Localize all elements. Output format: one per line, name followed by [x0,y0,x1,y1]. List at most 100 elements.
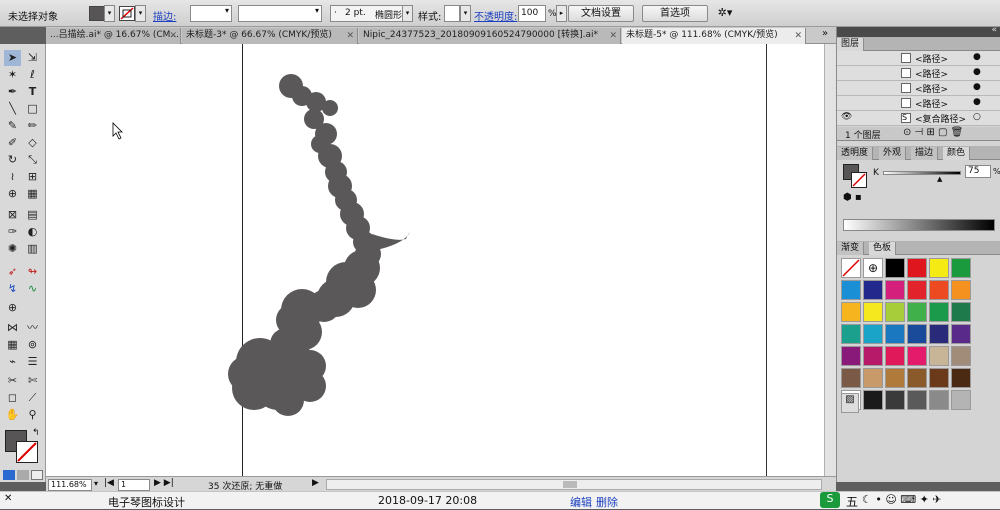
eraser-tool-icon[interactable]: ◇ [24,135,41,151]
tab-stroke[interactable]: 描边 [911,147,939,160]
scale-tool-icon[interactable]: ⤡ [24,152,41,168]
tab-gradient[interactable]: 渐变 [837,242,865,255]
type-tool-icon[interactable]: T [24,84,41,100]
blob-brush-tool-icon[interactable]: ✐ [4,135,21,151]
color-swatch[interactable] [929,280,949,300]
color-swatch[interactable] [929,302,949,322]
color-swatch[interactable] [907,346,927,366]
layer-row[interactable]: <路径> ● [837,66,1000,81]
wave-tool-icon[interactable]: 〰 [24,320,41,336]
color-swatch[interactable] [951,280,971,300]
color-swatch[interactable] [885,390,905,410]
zoom-dropdown-icon[interactable]: ▾ [94,479,98,488]
color-swatch[interactable] [863,368,883,388]
first-page-icon[interactable]: |◀ [104,478,114,488]
k-slider[interactable] [883,171,961,175]
color-swatch[interactable] [929,346,949,366]
fill-swatch[interactable] [89,6,105,21]
grid-tool-icon[interactable]: ▦ [4,337,21,353]
color-swatch[interactable] [885,258,905,278]
edit-link[interactable]: 编辑 [570,494,592,510]
document-setup-button[interactable]: 文档设置 [568,5,634,22]
registration-swatch[interactable]: ⊕ [863,258,883,278]
smooth-tool-icon[interactable]: ∿ [24,281,41,297]
slice-tool-icon[interactable]: ⋈ [4,320,21,336]
color-swatch[interactable] [885,346,905,366]
target-circle-icon[interactable]: ● [973,52,981,62]
line-tool-icon[interactable]: ╲ [4,101,21,117]
color-swatch[interactable] [951,346,971,366]
fill-dropdown[interactable]: ▾ [104,5,115,22]
gradient-tool-icon[interactable]: ▤ [24,207,41,223]
warp-tool-icon[interactable]: ≀ [4,169,21,185]
ime-logo-icon[interactable]: S [820,492,840,508]
delete-link[interactable]: 删除 [596,494,618,510]
color-swatch[interactable] [929,324,949,344]
color-swatch[interactable] [885,280,905,300]
vertical-scrollbar[interactable] [824,44,836,476]
artboard-tool-icon[interactable]: ◻ [4,390,21,406]
document-tab-3[interactable]: Nipic_24377523_20180909160524790000 [转换]… [359,28,621,44]
variable-width-field[interactable]: ▾ [238,5,322,22]
color-swatch[interactable] [907,258,927,278]
color-swatch[interactable] [929,258,949,278]
none-swatch[interactable] [841,258,861,278]
color-swatch[interactable] [863,302,883,322]
color-swatch[interactable] [951,390,971,410]
mesh-tool-icon[interactable]: ⊠ [4,207,21,223]
width-tool-icon[interactable]: ➶ [4,264,21,280]
target-circle-icon[interactable]: ● [973,97,981,107]
shape-builder-tool-icon[interactable]: ⊕ [4,186,21,202]
color-spectrum-bar[interactable] [843,219,995,231]
selection-tool-icon[interactable]: ➤ [4,50,21,66]
color-swatch[interactable] [885,324,905,344]
status-menu-icon[interactable]: ▶ [312,478,319,488]
close-icon[interactable]: ✕ [794,29,802,44]
color-swatch[interactable] [863,390,883,410]
color-swatch[interactable] [885,368,905,388]
scroll-thumb[interactable] [563,481,577,488]
swap-fill-stroke-icon[interactable]: ↰ [32,428,40,438]
tab-color[interactable]: 颜色 [943,147,971,160]
chart-tool-icon[interactable]: ⌁ [4,354,21,370]
close-icon[interactable]: ✕ [4,493,12,504]
knife-tool-icon[interactable]: ✂ [4,373,21,389]
close-icon[interactable]: ✕ [609,29,617,44]
draw-behind-icon[interactable] [17,470,29,480]
ime-tools-icon[interactable]: ☾ • ☺ ⌨ ✦ ✈ [862,493,942,506]
opacity-dropdown[interactable]: ▸ [556,5,567,22]
stroke-color-icon[interactable] [16,441,38,463]
lasso-tool-icon[interactable]: ℓ [24,67,41,83]
draw-normal-icon[interactable] [3,470,15,480]
preferences-button[interactable]: 首选项 [642,5,708,22]
color-swatch[interactable] [841,368,861,388]
color-swatch[interactable] [907,390,927,410]
direct-selection-tool-icon[interactable]: ⇲ [24,50,41,66]
zoom-field[interactable]: 111.68% [48,479,92,491]
style-swatch[interactable] [444,5,460,22]
target-circle-icon[interactable]: ● [973,67,981,77]
k-slider-thumb[interactable]: ▲ [937,175,942,183]
target-circle-icon[interactable]: ● [973,82,981,92]
color-swatch[interactable] [951,302,971,322]
close-icon[interactable]: ✕ [169,29,177,44]
color-swatch[interactable] [951,258,971,278]
next-page-icon[interactable]: ▶ ▶| [154,478,174,488]
tab-overflow-icon[interactable]: » [822,28,828,39]
style-dropdown[interactable]: ▾ [460,5,471,22]
zoom-tool-icon[interactable]: ⚲ [24,407,41,423]
magic-wand-tool-icon[interactable]: ✶ [4,67,21,83]
page-field[interactable]: 1 [118,479,150,491]
layer-actions-icon[interactable]: ⊙ ⊣ ⊞ ▢ 🗑 [903,127,963,138]
paintbrush-tool-icon[interactable]: ✎ [4,118,21,134]
document-tab-active[interactable]: 未标题-5* @ 111.68% (CMYK/预览) ✕ [622,28,806,44]
tab-layers[interactable]: 图层 [837,38,865,51]
hand-tool-icon[interactable]: ✋ [4,407,21,423]
visibility-eye-icon[interactable]: 👁 [841,112,852,122]
opacity-field[interactable]: 100 [518,5,546,22]
close-icon[interactable]: ✕ [346,29,354,44]
color-swatch[interactable] [907,368,927,388]
target-circle-icon[interactable]: ○ [973,112,981,122]
panel-collapse-bar[interactable]: « [837,25,1000,37]
color-swatch[interactable] [929,368,949,388]
